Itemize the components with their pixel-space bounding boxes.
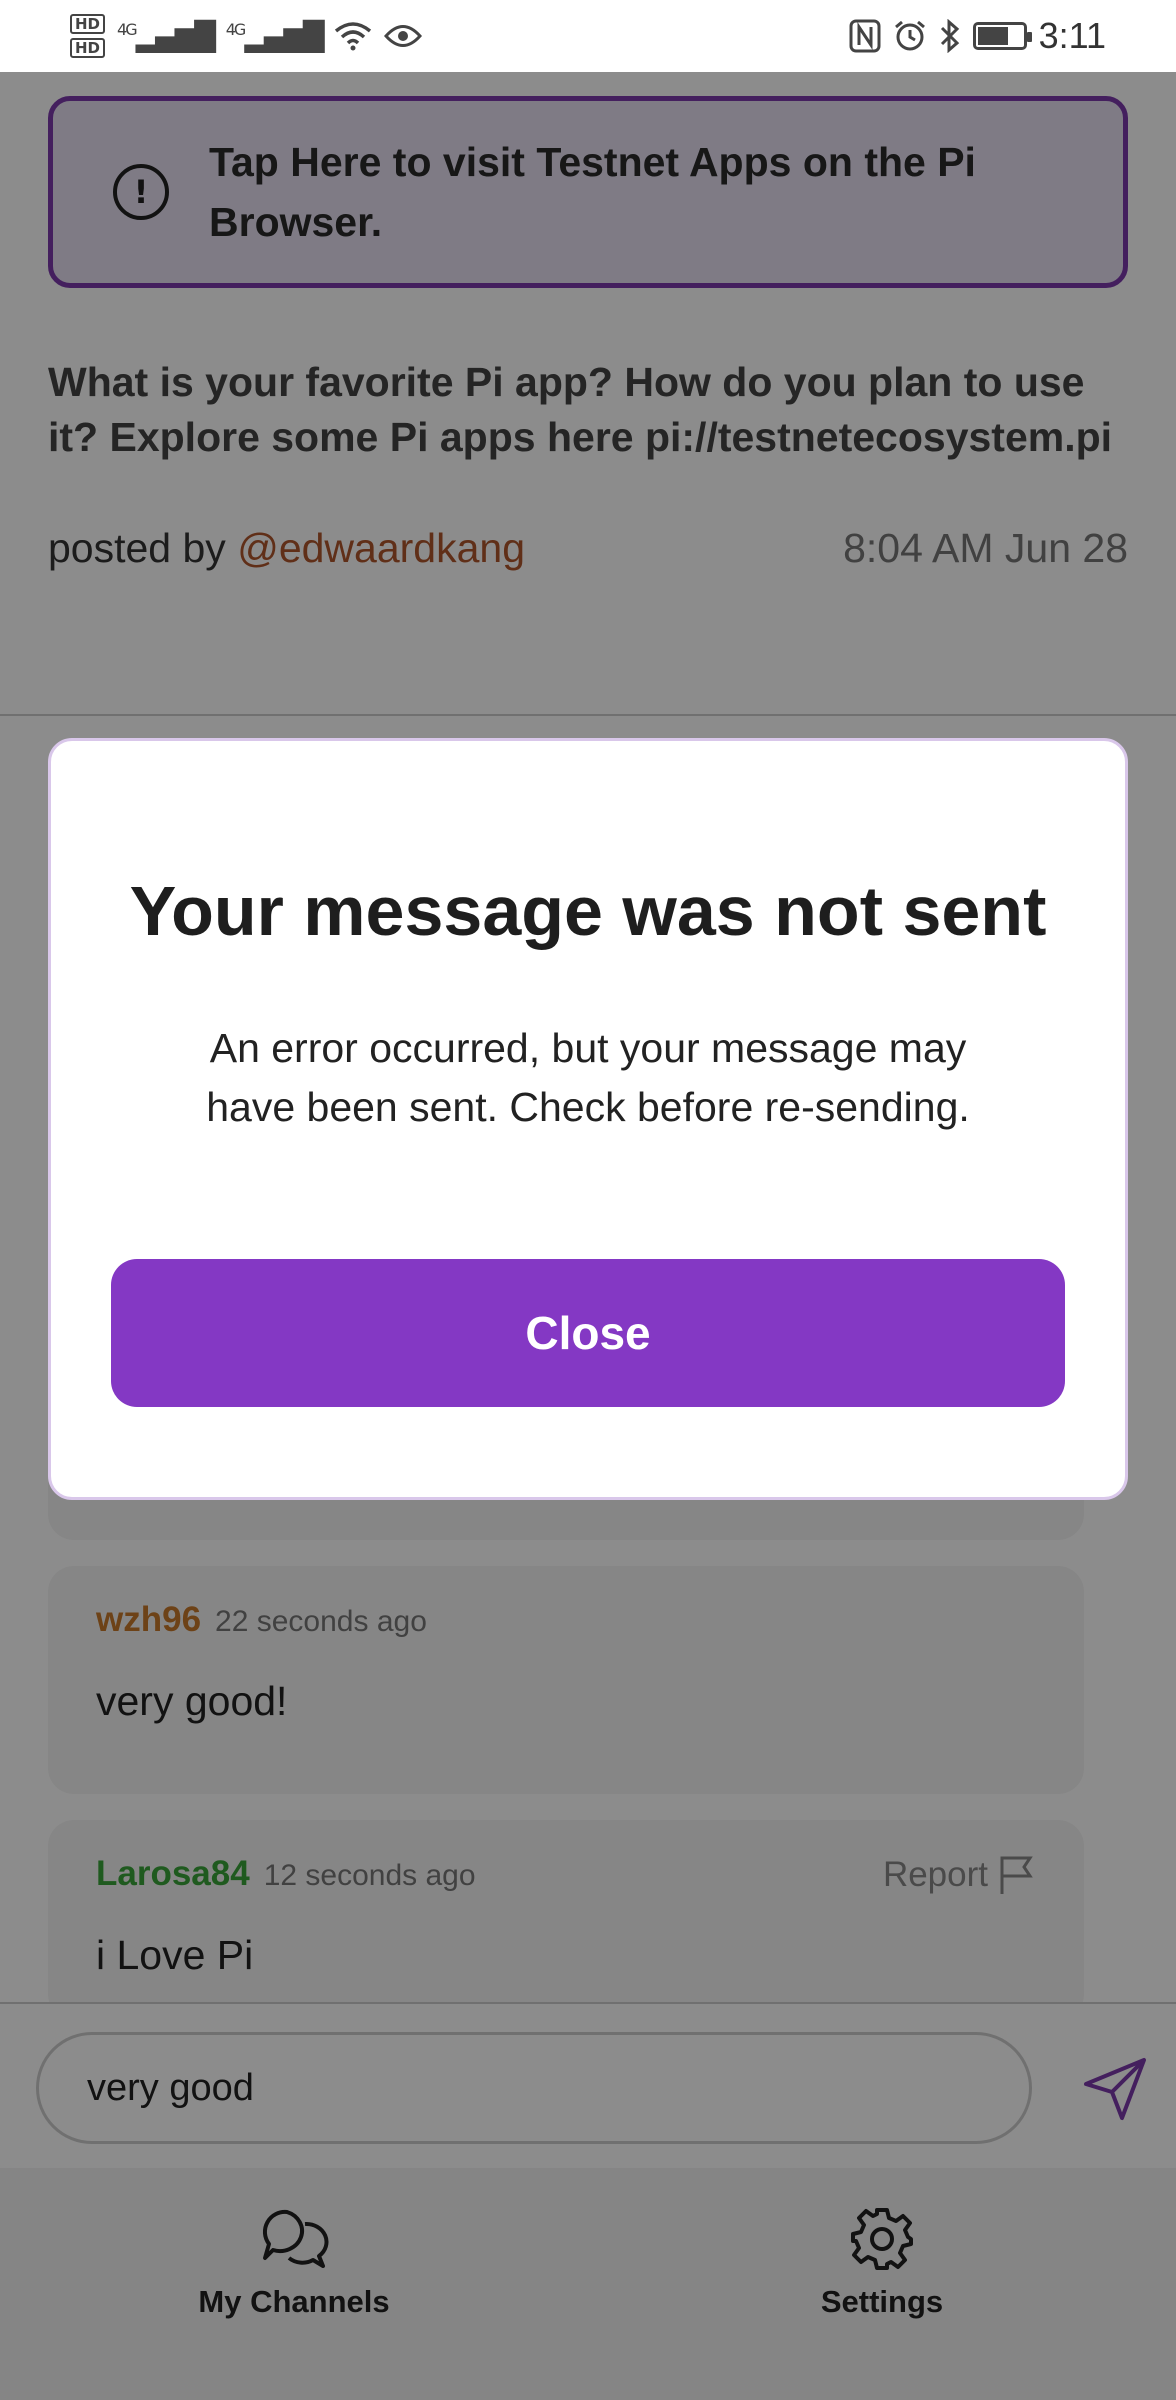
battery-icon [972, 22, 1032, 50]
network-type-2: 4G [225, 19, 247, 39]
status-bar-right: 3:11 [849, 15, 1106, 57]
hd2-icon: HD [70, 38, 106, 58]
alarm-icon [894, 20, 925, 51]
signal-1-icon: 4G▂▄▆█ [117, 19, 216, 53]
status-bar: HD HD 4G▂▄▆█ 4G▂▄▆█ 3:11 [0, 0, 1176, 72]
hd-indicator: HD HD [70, 14, 106, 58]
signal-2-icon: 4G▂▄▆█ [225, 19, 325, 53]
dialog-message: An error occurred, but your message may … [206, 1025, 970, 1130]
bluetooth-icon [940, 19, 959, 53]
hd1-icon: HD [70, 14, 106, 34]
status-bar-left: HD HD 4G▂▄▆█ 4G▂▄▆█ [70, 14, 423, 58]
network-type-1: 4G [117, 19, 138, 39]
wifi-icon [335, 22, 372, 51]
error-dialog: Your message was not sent An error occur… [48, 738, 1128, 1500]
screen: HD HD 4G▂▄▆█ 4G▂▄▆█ 3:11 ! Tap Here to v… [0, 0, 1176, 2400]
battery-fill [977, 27, 1009, 45]
status-time: 3:11 [1038, 15, 1106, 56]
close-button[interactable]: Close [111, 1259, 1065, 1407]
eye-icon [384, 25, 423, 47]
dialog-title: Your message was not sent [129, 872, 1047, 950]
nfc-icon [849, 19, 881, 53]
